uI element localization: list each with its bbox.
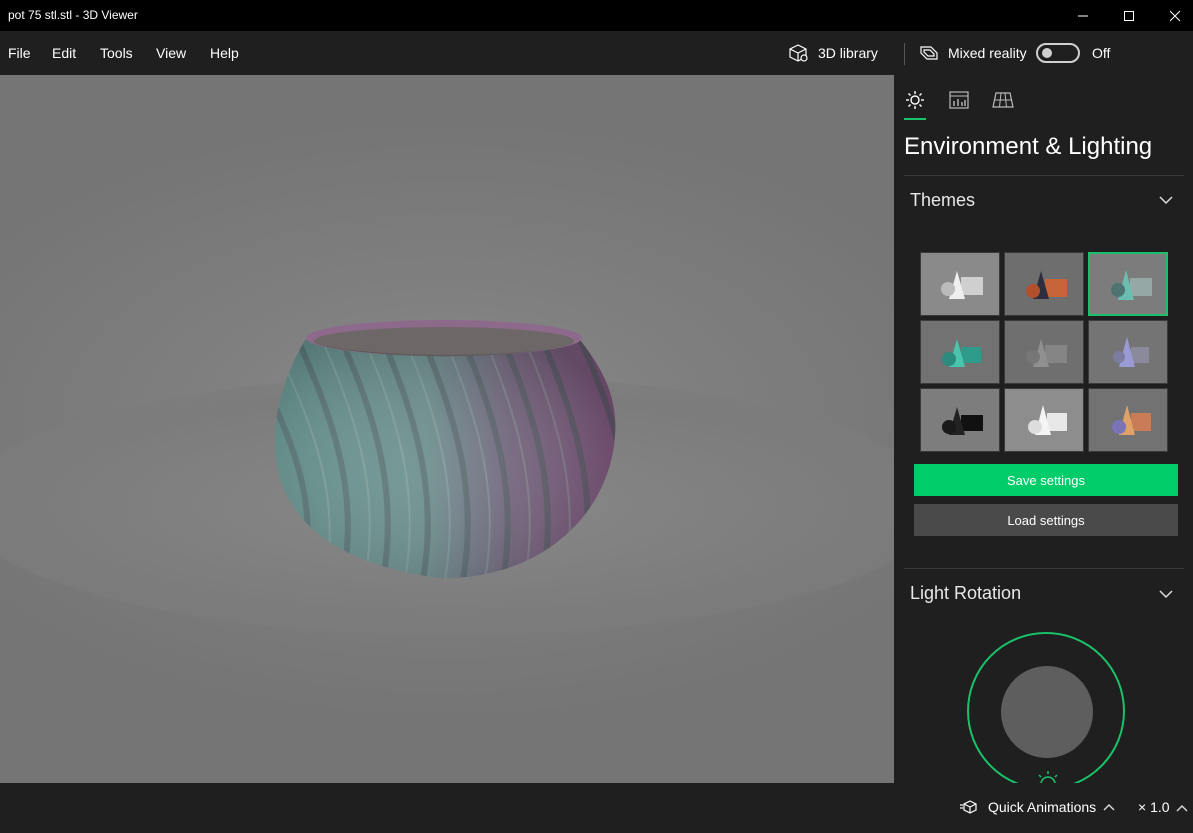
menu-edit[interactable]: Edit <box>52 45 76 61</box>
title-bar: pot 75 stl.stl - 3D Viewer <box>0 0 1193 31</box>
quick-animations-label: Quick Animations <box>988 799 1097 815</box>
theme-orange-dark[interactable] <box>1004 252 1084 316</box>
themes-header[interactable]: Themes <box>910 190 975 211</box>
window-title: pot 75 stl.stl - 3D Viewer <box>8 8 138 22</box>
side-panel: Environment & Lighting Themes Save setti… <box>894 75 1193 783</box>
mixed-reality-icon <box>920 46 938 60</box>
tab-stats[interactable] <box>948 89 970 111</box>
animation-cube-icon <box>960 800 977 814</box>
mixed-reality-label: Mixed reality <box>948 45 1027 61</box>
chevron-down-icon[interactable] <box>1158 589 1174 599</box>
theme-preview <box>1026 339 1067 367</box>
theme-preview <box>941 271 983 299</box>
sun-icon <box>906 91 924 109</box>
theme-preview <box>1112 405 1151 435</box>
menu-help[interactable]: Help <box>210 45 239 61</box>
theme-preview <box>1111 270 1152 300</box>
minimize-icon <box>1078 15 1088 16</box>
panel-title: Environment & Lighting <box>904 133 1153 160</box>
maximize-icon <box>1124 10 1134 21</box>
theme-preview <box>1026 271 1067 299</box>
menu-view[interactable]: View <box>156 45 186 61</box>
menu-file[interactable]: File <box>8 45 31 61</box>
quick-animations-button[interactable]: Quick Animations <box>960 799 1126 815</box>
animation-speed-label[interactable]: × 1.0 <box>1138 799 1170 815</box>
theme-light[interactable] <box>1004 388 1084 452</box>
close-icon <box>1169 10 1181 21</box>
light-handle-icon[interactable] <box>1035 770 1061 783</box>
theme-teal[interactable] <box>920 320 1000 384</box>
theme-preview <box>1113 337 1149 367</box>
mixed-reality-state: Off <box>1092 45 1111 61</box>
theme-white[interactable] <box>920 252 1000 316</box>
mixed-reality-toggle[interactable] <box>1036 43 1080 63</box>
active-tab-indicator <box>904 118 926 120</box>
chevron-up-icon[interactable] <box>1175 803 1189 813</box>
theme-black[interactable] <box>920 388 1000 452</box>
theme-preview <box>942 339 981 367</box>
minimize-button[interactable] <box>1060 0 1106 31</box>
theme-purple[interactable] <box>1088 320 1168 384</box>
maximize-button[interactable] <box>1106 0 1152 31</box>
status-bar: Quick Animations × 1.0 <box>0 783 1193 833</box>
light-dial-center <box>1001 666 1093 758</box>
menu-divider <box>904 43 905 65</box>
light-rotation-header[interactable]: Light Rotation <box>910 583 1021 604</box>
mixed-reality-button[interactable]: Mixed reality <box>918 43 1027 63</box>
theme-preview <box>1028 405 1067 435</box>
load-settings-button[interactable]: Load settings <box>914 504 1178 536</box>
chevron-up-icon <box>1103 804 1115 811</box>
grid-icon <box>992 92 1014 108</box>
save-settings-button[interactable]: Save settings <box>914 464 1178 496</box>
light-rotation-dial[interactable] <box>967 632 1125 783</box>
theme-orange-purple[interactable] <box>1088 388 1168 452</box>
toggle-knob <box>1042 48 1052 58</box>
menu-tools[interactable]: Tools <box>100 45 133 61</box>
chevron-down-icon[interactable] <box>1158 195 1174 205</box>
menu-bar: File Edit Tools View Help 3D library Mix… <box>0 31 1193 75</box>
divider <box>904 568 1184 569</box>
theme-gray[interactable] <box>1004 320 1084 384</box>
theme-preview <box>942 407 983 435</box>
tab-mesh[interactable] <box>992 89 1014 111</box>
cube-icon <box>789 44 808 62</box>
3d-library-label: 3D library <box>818 45 878 61</box>
close-button[interactable] <box>1152 0 1193 31</box>
3d-viewport[interactable] <box>0 75 894 783</box>
tab-lighting[interactable] <box>904 89 926 111</box>
divider <box>904 175 1184 176</box>
pot-model[interactable] <box>0 75 894 783</box>
theme-teal-gray[interactable] <box>1088 252 1168 316</box>
3d-library-button[interactable]: 3D library <box>788 43 878 63</box>
stats-icon <box>949 91 969 109</box>
